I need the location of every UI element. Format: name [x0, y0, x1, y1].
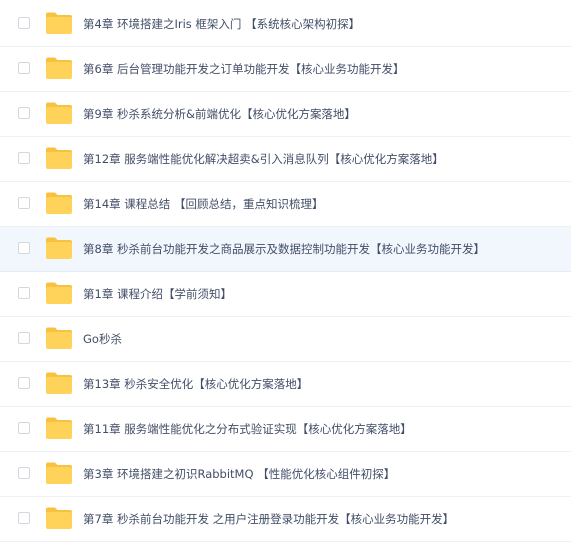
file-name[interactable]: 第3章 环境搭建之初识RabbitMQ 【性能优化核心组件初探】 [83, 452, 395, 496]
file-name[interactable]: 第12章 服务端性能优化解决超卖&引入消息队列【核心优化方案落地】 [83, 137, 444, 181]
row-checkbox[interactable] [18, 107, 30, 119]
file-row[interactable]: 第9章 秒杀系统分析&前端优化【核心优化方案落地】 [0, 92, 571, 137]
folder-icon [45, 101, 73, 125]
folder-icon [45, 191, 73, 215]
folder-icon [45, 146, 73, 170]
row-checkbox[interactable] [18, 17, 30, 29]
file-name[interactable]: 第7章 秒杀前台功能开发 之用户注册登录功能开发【核心业务功能开发】 [83, 497, 454, 541]
file-row[interactable]: 第4章 环境搭建之Iris 框架入门 【系统核心架构初探】 [0, 2, 571, 47]
file-row[interactable]: 第7章 秒杀前台功能开发 之用户注册登录功能开发【核心业务功能开发】 [0, 497, 571, 542]
file-name[interactable]: 第13章 秒杀安全优化【核心优化方案落地】 [83, 362, 308, 406]
folder-icon [45, 461, 73, 485]
file-row[interactable]: 第11章 服务端性能优化之分布式验证实现【核心优化方案落地】 [0, 407, 571, 452]
row-checkbox[interactable] [18, 512, 30, 524]
folder-icon [45, 371, 73, 395]
folder-icon [45, 11, 73, 35]
file-row[interactable]: 第1章 课程介绍【学前须知】 [0, 272, 571, 317]
row-checkbox[interactable] [18, 197, 30, 209]
file-name[interactable]: 第4章 环境搭建之Iris 框架入门 【系统核心架构初探】 [83, 2, 360, 46]
file-row[interactable]: 第3章 环境搭建之初识RabbitMQ 【性能优化核心组件初探】 [0, 452, 571, 497]
file-name[interactable]: Go秒杀 [83, 317, 122, 361]
folder-icon [45, 416, 73, 440]
file-name[interactable]: 第8章 秒杀前台功能开发之商品展示及数据控制功能开发【核心业务功能开发】 [83, 227, 485, 271]
folder-icon [45, 281, 73, 305]
file-name[interactable]: 第9章 秒杀系统分析&前端优化【核心优化方案落地】 [83, 92, 356, 136]
folder-icon [45, 236, 73, 260]
file-row[interactable]: Go秒杀 [0, 317, 571, 362]
row-checkbox[interactable] [18, 287, 30, 299]
file-name[interactable]: 第1章 课程介绍【学前须知】 [83, 272, 232, 316]
row-checkbox[interactable] [18, 377, 30, 389]
file-name[interactable]: 第14章 课程总结 【回顾总结，重点知识梳理】 [83, 182, 323, 226]
row-checkbox[interactable] [18, 422, 30, 434]
row-checkbox[interactable] [18, 332, 30, 344]
row-checkbox[interactable] [18, 62, 30, 74]
file-row[interactable]: 第14章 课程总结 【回顾总结，重点知识梳理】 [0, 182, 571, 227]
file-row[interactable]: 第6章 后台管理功能开发之订单功能开发【核心业务功能开发】 [0, 47, 571, 92]
row-checkbox[interactable] [18, 242, 30, 254]
file-row[interactable]: 第8章 秒杀前台功能开发之商品展示及数据控制功能开发【核心业务功能开发】 [0, 227, 571, 272]
folder-icon [45, 506, 73, 530]
file-row[interactable]: 第12章 服务端性能优化解决超卖&引入消息队列【核心优化方案落地】 [0, 137, 571, 182]
row-checkbox[interactable] [18, 152, 30, 164]
file-name[interactable]: 第11章 服务端性能优化之分布式验证实现【核心优化方案落地】 [83, 407, 412, 451]
file-row[interactable]: 第13章 秒杀安全优化【核心优化方案落地】 [0, 362, 571, 407]
folder-icon [45, 56, 73, 80]
file-list: 第4章 环境搭建之Iris 框架入门 【系统核心架构初探】 第6章 后台管理功能开… [0, 0, 571, 542]
row-checkbox[interactable] [18, 467, 30, 479]
file-name[interactable]: 第6章 后台管理功能开发之订单功能开发【核心业务功能开发】 [83, 47, 404, 91]
folder-icon [45, 326, 73, 350]
